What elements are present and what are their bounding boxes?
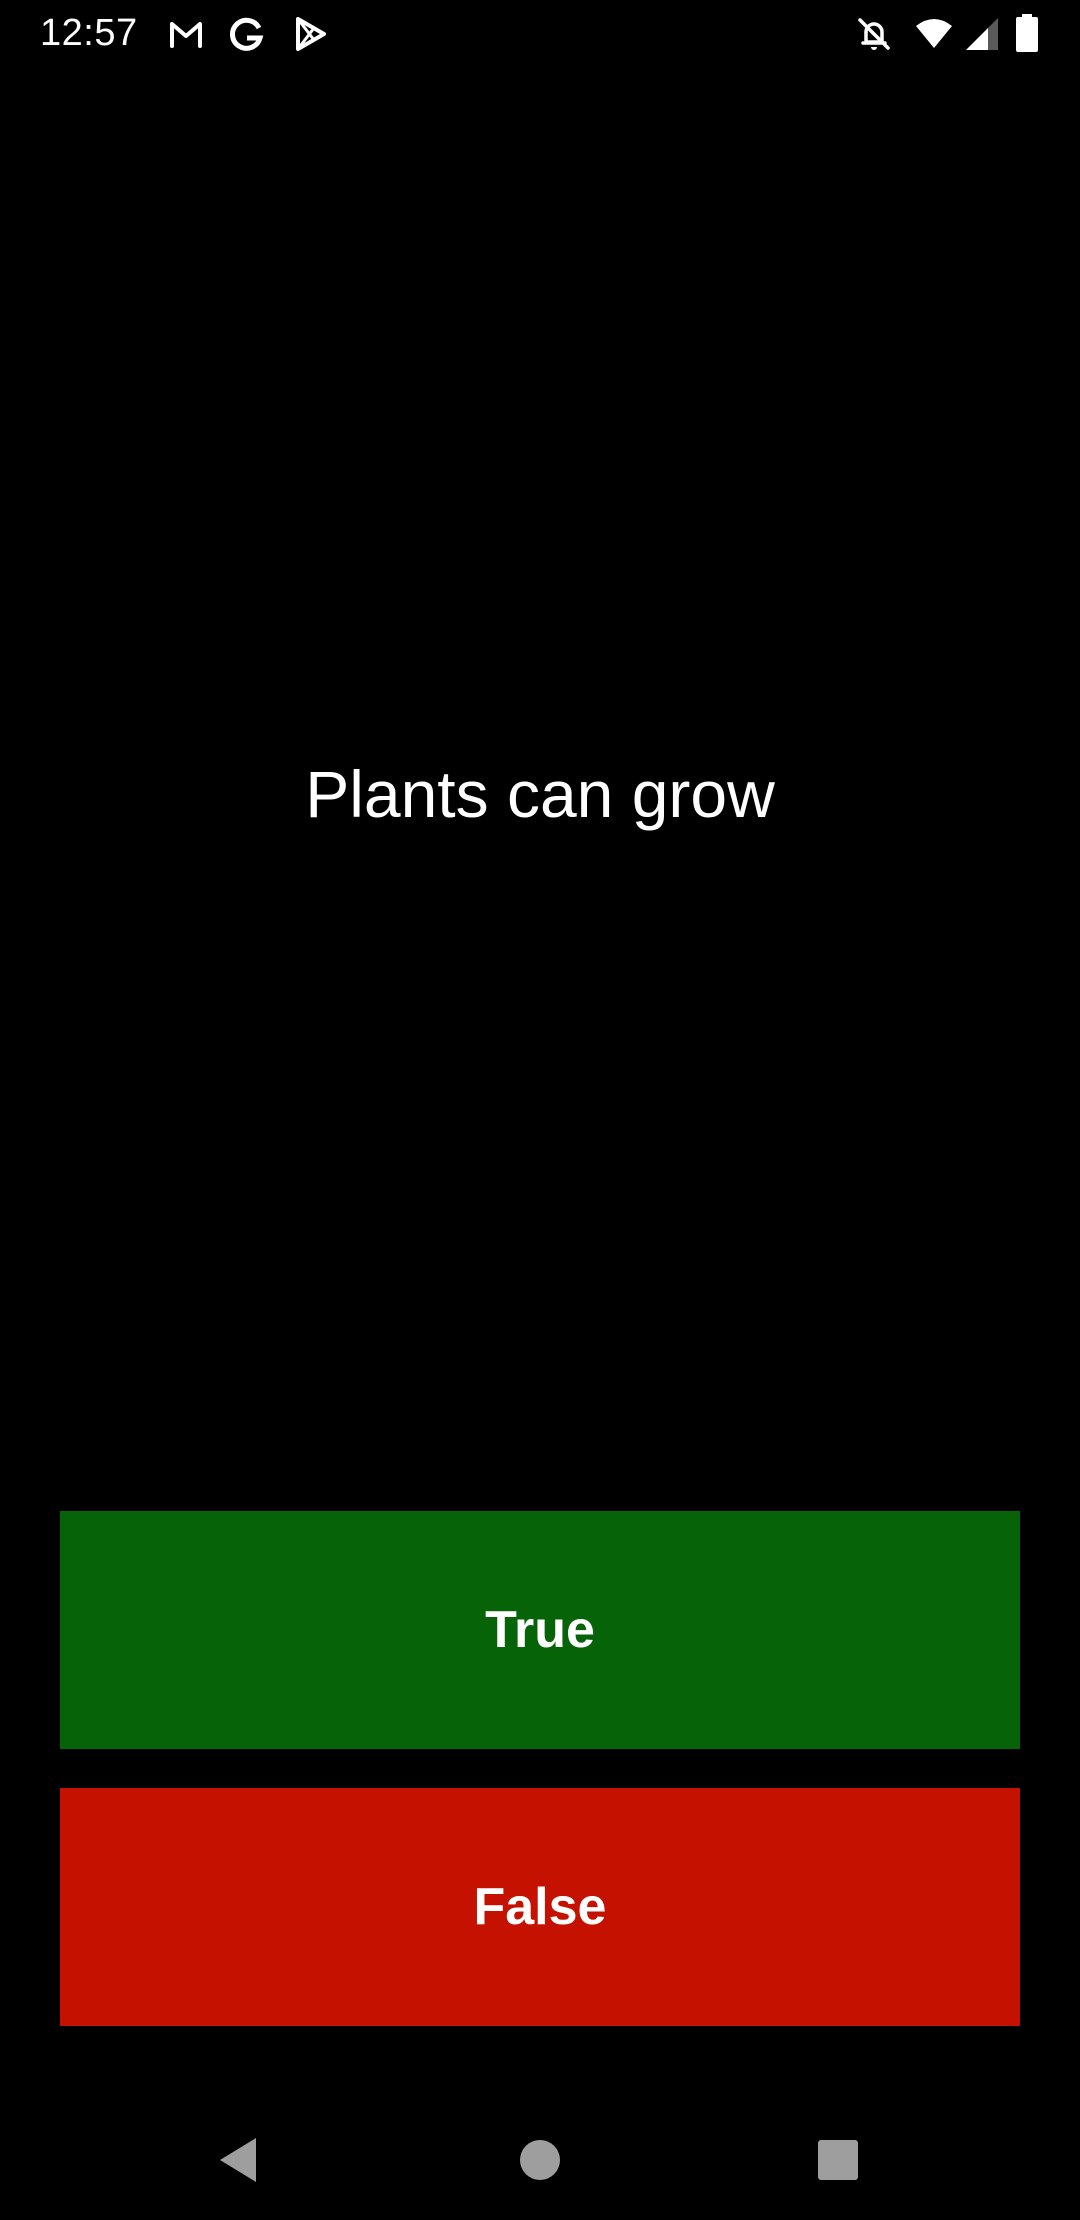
play-store-icon — [290, 14, 330, 54]
status-time: 12:57 — [40, 12, 138, 54]
notifications-off-icon — [854, 14, 894, 54]
gmail-icon — [166, 14, 206, 54]
true-button-label: True — [485, 1601, 595, 1659]
false-button[interactable]: False — [60, 1788, 1020, 2026]
false-button-label: False — [473, 1878, 607, 1936]
cell-signal-icon — [962, 14, 1002, 54]
wifi-icon — [914, 14, 954, 54]
back-icon[interactable] — [208, 2128, 272, 2192]
recents-icon[interactable] — [806, 2128, 870, 2192]
home-icon[interactable] — [508, 2128, 572, 2192]
question-text: Plants can grow — [305, 757, 775, 831]
status-bar: 12:57 — [0, 0, 1080, 66]
navigation-bar — [0, 2100, 1080, 2220]
battery-icon — [1012, 14, 1042, 54]
google-icon — [226, 14, 266, 54]
true-button[interactable]: True — [60, 1511, 1020, 1749]
